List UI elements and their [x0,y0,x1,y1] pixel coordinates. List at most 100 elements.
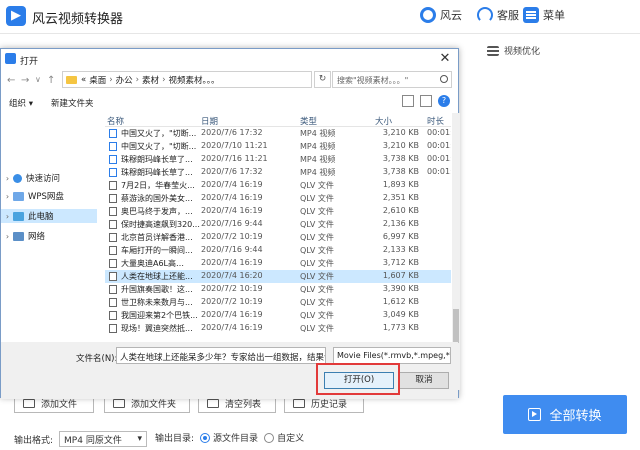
output-dir-label: 输出目录: [155,434,195,444]
file-row[interactable]: 世卫称未来数月与... 2020/7/2 10:19 QLV 文件 1,612 KB [105,296,451,309]
file-row[interactable]: 保时捷高速飙到320... 2020/7/16 9:44 QLV 文件 2,136 K… [105,218,451,231]
filename-input[interactable]: 人类在地球上还能呆多少年？专家给出一组数据，结果让人 [116,347,326,364]
nav-item-this-pc[interactable]: › 此电脑 [1,209,97,223]
file-type: MP4 视频 [300,142,336,151]
view-mode-icon[interactable] [402,95,414,107]
column-header-date[interactable]: 日期 [201,115,218,127]
menu-button[interactable]: 菜单 [523,7,565,23]
scrollbar-thumb[interactable] [453,309,459,343]
close-icon[interactable]: ✕ [436,51,454,67]
output-dir-row: 输出目录: 源文件目录 自定义 [155,431,304,444]
file-row[interactable]: 中国又火了，"切断... 2020/7/10 11:21 MP4 视频 3,210 K… [105,140,451,153]
tool-video-optimize[interactable]: 视频优化 [487,44,540,57]
breadcrumb-separator: › [162,74,166,85]
breadcrumb-desktop[interactable]: 桌面 [89,74,106,86]
column-header-duration[interactable]: 时长 [427,115,444,127]
file-type: QLV 文件 [300,181,334,190]
file-size: 3,738 KB [382,167,419,176]
service-button[interactable]: 客服 [477,7,519,23]
file-name: 7月2日，华春莹火... [121,181,195,190]
radio-custom-dir-label: 自定义 [277,434,305,444]
output-format-label: 输出格式: [14,435,54,446]
nav-item-quick-access[interactable]: › 快速访问 [1,171,97,185]
organize-button[interactable]: 组织 ▾ [9,97,33,109]
menu-icon [523,7,539,23]
column-header-size[interactable]: 大小 [375,115,392,127]
file-icon [109,220,117,229]
file-icon [109,311,117,320]
file-size: 6,997 KB [382,232,419,241]
file-row[interactable]: 中国又火了，"切断... 2020/7/6 17:32 MP4 视频 3,210 KB… [105,127,451,140]
file-name: 车厢打开的一瞬间... [121,246,193,255]
file-icon [109,285,117,294]
file-row[interactable]: 升国旗奏国歌！这... 2020/7/2 10:19 QLV 文件 3,390 KB [105,283,451,296]
preview-pane-icon[interactable] [420,95,432,107]
file-icon [109,194,117,203]
refresh-icon[interactable]: ↻ [314,71,331,88]
forward-arrow-icon[interactable]: → [21,75,29,86]
breadcrumb-video-material[interactable]: 视频素材。。。 [168,74,219,86]
file-row[interactable]: 人类在地球上还能... 2020/7/4 16:20 QLV 文件 1,607 KB [105,270,451,283]
expand-chevron-icon[interactable]: › [3,192,12,201]
file-row[interactable]: 7月2日，华春莹火... 2020/7/4 16:19 QLV 文件 1,893 KB [105,179,451,192]
file-date: 2020/7/16 11:21 [201,154,268,163]
back-arrow-icon[interactable]: ← [7,75,15,86]
search-placeholder: 搜索"视频素材。。。" [337,76,409,85]
file-size: 2,610 KB [382,206,419,215]
file-row[interactable]: 车厢打开的一瞬间... 2020/7/16 9:44 QLV 文件 2,133 KB [105,244,451,257]
recent-chevron-icon[interactable]: ∨ [35,75,41,84]
help-icon[interactable]: ? [438,95,450,107]
file-row[interactable]: 我国迎来第2个巴铁... 2020/7/4 16:19 QLV 文件 3,049 KB [105,309,451,322]
cancel-button[interactable]: 取消 [399,372,449,389]
file-type: QLV 文件 [300,324,334,333]
file-type: MP4 视频 [300,129,336,138]
file-name: 人类在地球上还能... [121,272,193,281]
app-titlebar: ▶ 风云视频转换器 风云 客服 菜单 [0,0,640,34]
file-type: QLV 文件 [300,285,334,294]
file-row[interactable]: 现场！翼迪突然抵... 2020/7/4 16:19 QLV 文件 1,773 KB [105,322,451,335]
output-format-select[interactable]: MP4 同原文件 ▾ [59,431,148,447]
file-type: QLV 文件 [300,207,334,216]
file-size: 1,612 KB [382,297,419,306]
new-folder-button[interactable]: 新建文件夹 [51,97,94,109]
file-icon [109,207,117,216]
file-duration: 00:01:1 [427,154,451,163]
address-bar[interactable]: « 桌面 › 办公 › 素材 › 视频素材。。。 [62,71,312,88]
column-headers: 名称 日期 类型 大小 时长 [105,113,451,127]
nav-item-network[interactable]: › 网络 [1,229,97,243]
file-row[interactable]: 北京首员详解香港... 2020/7/2 10:19 QLV 文件 6,997 KB [105,231,451,244]
file-row[interactable]: 珠穆朗玛峰长草了... 2020/7/16 11:21 MP4 视频 3,738 KB… [105,153,451,166]
column-header-name[interactable]: 名称 [107,115,124,127]
file-date: 2020/7/6 17:32 [201,128,263,137]
file-row[interactable]: 珠穆朗玛峰长草了... 2020/7/6 17:32 MP4 视频 3,738 KB 0… [105,166,451,179]
expand-chevron-icon[interactable]: › [3,174,12,183]
output-format-value: MP4 同原文件 [64,435,122,446]
column-header-type[interactable]: 类型 [300,115,317,127]
nav-label: 快速访问 [26,174,61,184]
headset-icon [477,7,493,23]
brand-link[interactable]: 风云 [420,7,462,23]
file-type: QLV 文件 [300,220,334,229]
breadcrumb-material[interactable]: 素材 [142,74,159,86]
search-input[interactable]: 搜索"视频素材。。。" [332,71,452,88]
up-arrow-icon[interactable]: ↑ [47,75,55,86]
radio-source-dir[interactable] [200,432,211,443]
expand-chevron-icon[interactable]: › [3,232,12,241]
file-date: 2020/7/4 16:19 [201,258,263,267]
breadcrumb-overflow[interactable]: « [81,75,86,85]
file-row[interactable]: 奥巴马终于发声，... 2020/7/4 16:19 QLV 文件 2,610 KB [105,205,451,218]
star-icon [13,173,22,183]
file-row[interactable]: 大量奥迪A6L高… 2020/7/4 16:19 QLV 文件 3,712 KB [105,257,451,270]
file-duration: 00:01:0 [427,128,451,137]
radio-custom-dir[interactable] [264,432,275,443]
breadcrumb-office[interactable]: 办公 [116,74,133,86]
file-row[interactable]: 蔡游泳的国外美女... 2020/7/4 16:19 QLV 文件 2,351 KB [105,192,451,205]
file-type: QLV 文件 [300,272,334,281]
nav-item-wps-cloud[interactable]: › WPS网盘 [1,189,97,203]
file-type: QLV 文件 [300,311,334,320]
open-file-dialog: 打开 ✕ ← → ∨ ↑ « 桌面 › 办公 › 素材 › 视频素材。。。 ↻ … [0,48,460,399]
play-icon [528,408,542,421]
convert-all-button[interactable]: 全部转换 [503,395,627,434]
filetype-select[interactable]: Movie Files(*.rmvb,*.mpeg,*.e [333,347,451,364]
expand-chevron-icon[interactable]: › [3,212,12,221]
